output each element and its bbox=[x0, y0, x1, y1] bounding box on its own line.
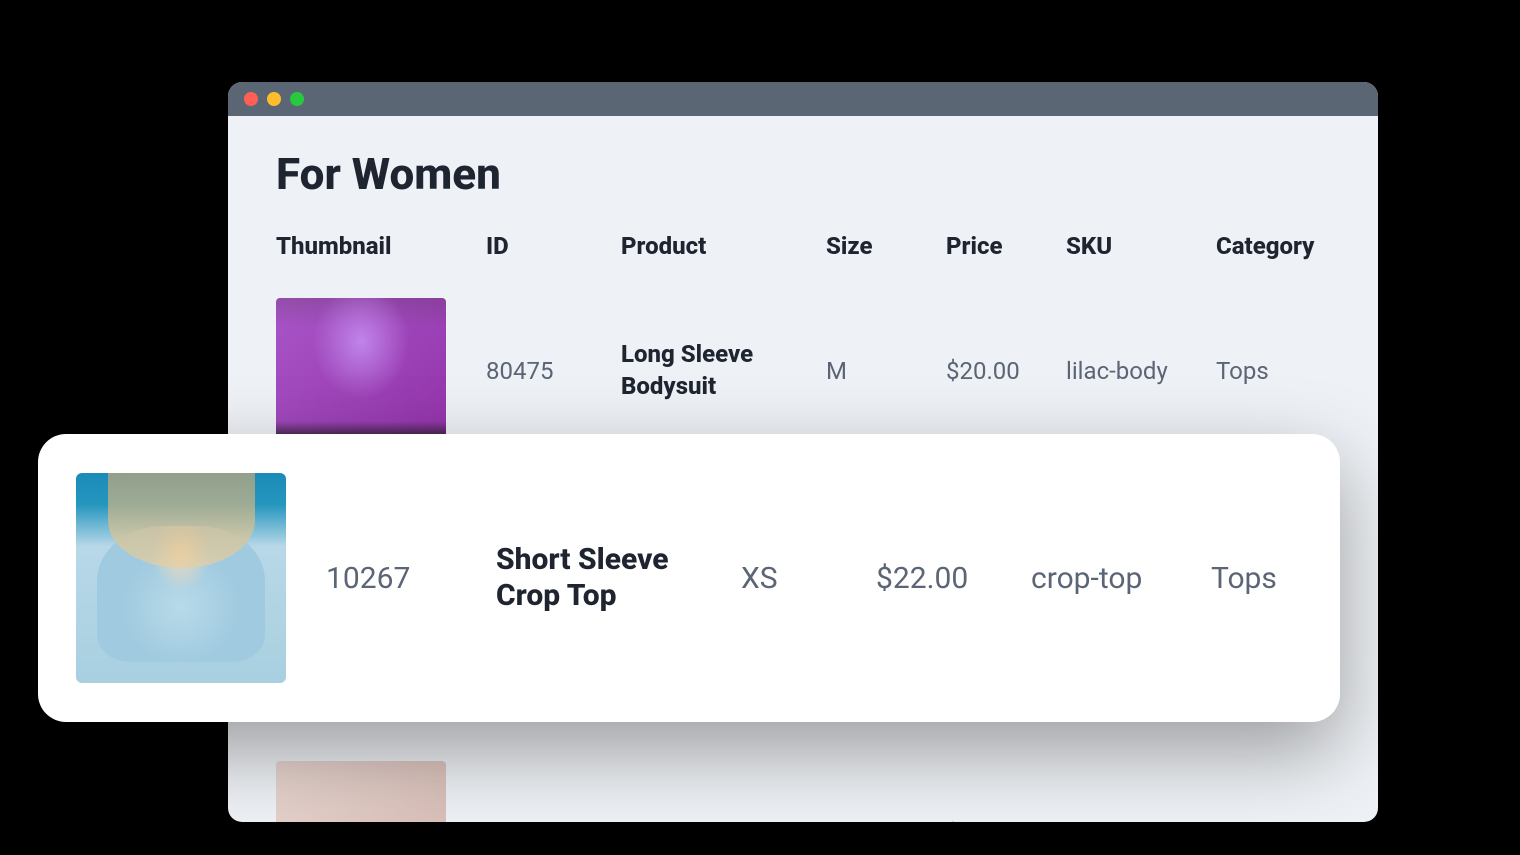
cell-size: S bbox=[826, 820, 946, 823]
window-close-button[interactable] bbox=[244, 92, 258, 106]
product-thumbnail bbox=[76, 473, 286, 683]
cell-product: Ribbed Tank Top bbox=[621, 818, 826, 822]
cell-size: M bbox=[826, 357, 946, 385]
window-maximize-button[interactable] bbox=[290, 92, 304, 106]
cell-category: Tops bbox=[1216, 820, 1336, 823]
col-sku[interactable]: SKU bbox=[1066, 232, 1216, 260]
cell-sku: tank-top bbox=[1066, 820, 1216, 823]
table-row[interactable]: 80475 Long Sleeve Bodysuit M $20.00 lila… bbox=[276, 284, 1330, 457]
window-minimize-button[interactable] bbox=[267, 92, 281, 106]
col-product[interactable]: Product bbox=[621, 232, 826, 260]
cell-price: $22.00 bbox=[876, 561, 1031, 596]
cell-sku: crop-top bbox=[1031, 561, 1211, 596]
col-category[interactable]: Category bbox=[1216, 232, 1336, 260]
cell-price: $20.00 bbox=[946, 357, 1066, 385]
cell-category: Tops bbox=[1216, 357, 1336, 385]
cell-size: XS bbox=[741, 561, 876, 596]
cell-sku: lilac-body bbox=[1066, 357, 1216, 385]
page-title: For Women bbox=[276, 148, 1330, 200]
table-header-row: Thumbnail ID Product Size Price SKU Cate… bbox=[276, 232, 1330, 284]
product-thumbnail bbox=[276, 298, 446, 443]
cell-product: Short Sleeve Crop Top bbox=[496, 542, 741, 614]
cell-id: 10267 bbox=[326, 561, 496, 596]
cell-id: 80475 bbox=[486, 357, 621, 385]
highlighted-row-content: 10267 Short Sleeve Crop Top XS $22.00 cr… bbox=[326, 542, 1331, 614]
table-row[interactable]: 3697 Ribbed Tank Top S $8.99 tank-top To… bbox=[276, 747, 1330, 822]
col-id[interactable]: ID bbox=[486, 232, 621, 260]
cell-category: Tops bbox=[1211, 561, 1331, 596]
product-thumbnail bbox=[276, 761, 446, 822]
col-size[interactable]: Size bbox=[826, 232, 946, 260]
col-price[interactable]: Price bbox=[946, 232, 1066, 260]
col-thumbnail[interactable]: Thumbnail bbox=[276, 232, 486, 260]
cell-price: $8.99 bbox=[946, 820, 1066, 823]
window-titlebar bbox=[228, 82, 1378, 116]
cell-id: 3697 bbox=[486, 820, 621, 823]
highlighted-row-card[interactable]: 10267 Short Sleeve Crop Top XS $22.00 cr… bbox=[38, 434, 1340, 722]
cell-product: Long Sleeve Bodysuit bbox=[621, 339, 826, 401]
